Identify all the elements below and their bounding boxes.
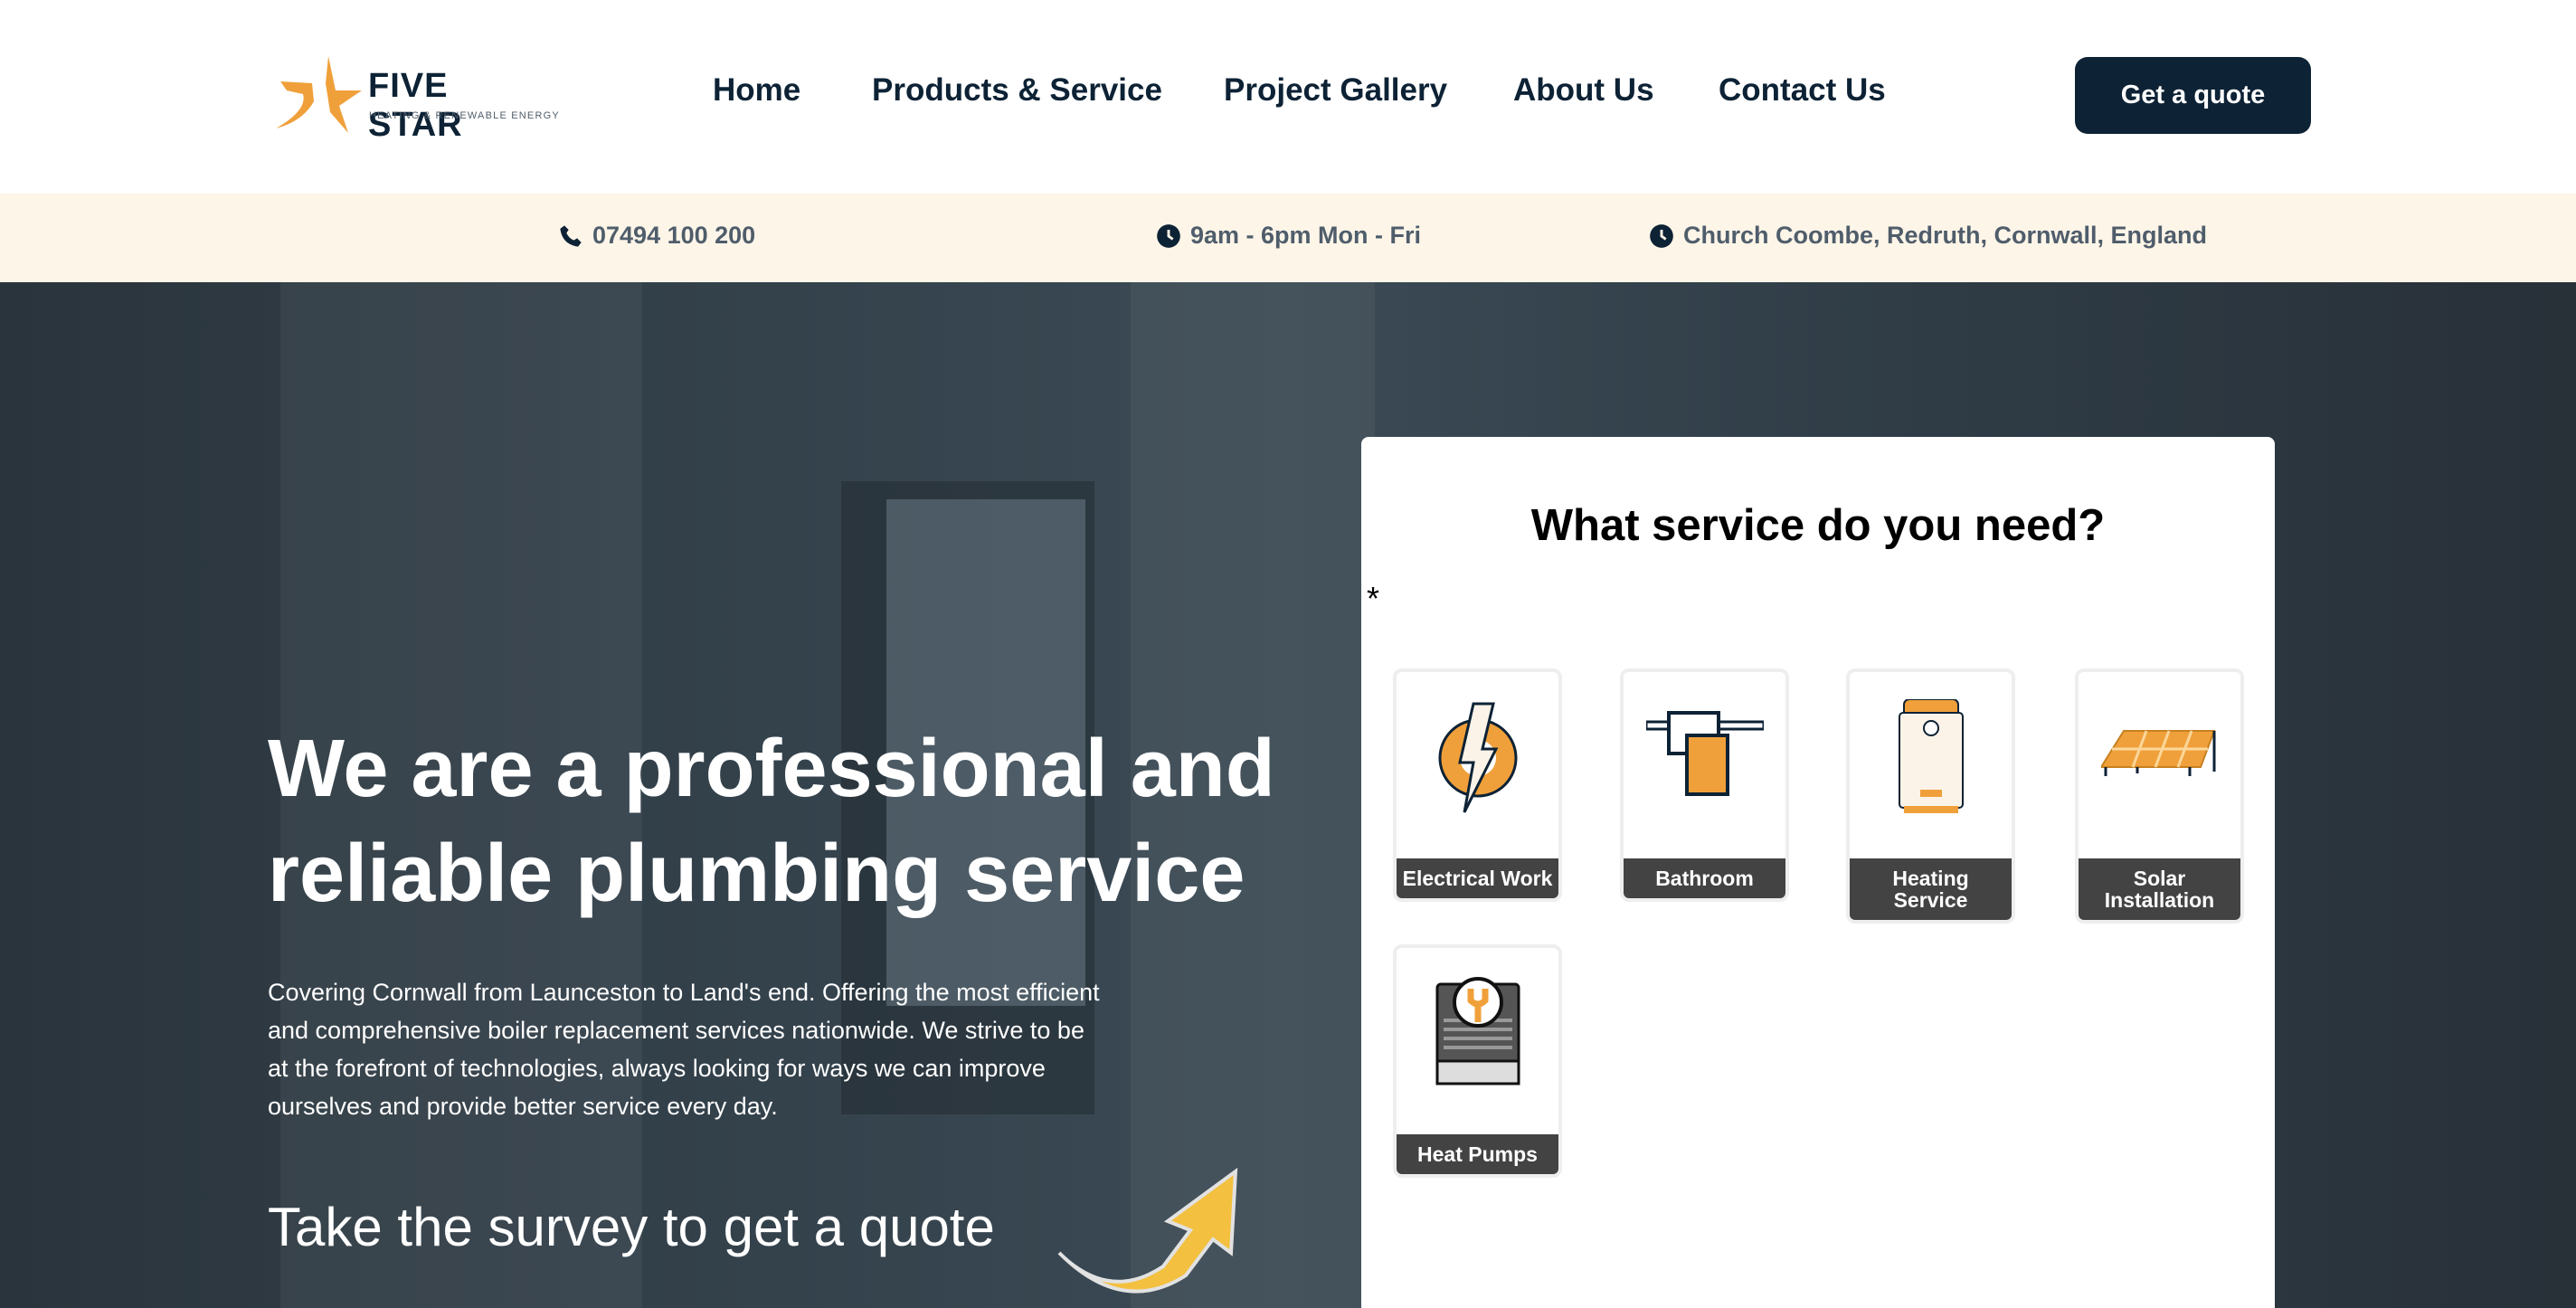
nav-home[interactable]: Home (713, 72, 800, 109)
info-bar: 07494 100 200 9am - 6pm Mon - Fri Church… (0, 194, 2576, 282)
electrical-gear-icon (1438, 702, 1517, 813)
hero-section: We are a professional and reliable plumb… (0, 282, 2576, 1308)
heat-pump-icon (1435, 977, 1520, 1085)
option-heat-pumps[interactable]: Heat Pumps (1393, 944, 1562, 1178)
form-title: What service do you need? (1530, 501, 2106, 550)
nav-about-us[interactable]: About Us (1513, 72, 1654, 109)
clock-icon (1157, 223, 1180, 248)
option-label: Heat Pumps (1397, 1134, 1558, 1174)
curved-arrow-icon (1057, 1167, 1238, 1294)
nav-contact-us[interactable]: Contact Us (1719, 72, 1886, 109)
boiler-icon (1898, 699, 1964, 813)
option-bathroom[interactable]: Bathroom (1620, 668, 1789, 902)
hero-description: Covering Cornwall from Launceston to Lan… (268, 979, 1100, 1120)
star-logo-icon (276, 56, 362, 133)
clock-icon (1650, 223, 1673, 248)
towel-rail-icon (1645, 711, 1764, 796)
hours-info: 9am - 6pm Mon - Fri (1156, 222, 1421, 250)
logo-tagline: HEATING & RENEWABLE ENERGY (369, 110, 560, 121)
get-quote-button[interactable]: Get a quote (2075, 57, 2311, 134)
site-header: FIVE STAR HEATING & RENEWABLE ENERGY Hom… (0, 0, 2576, 194)
address: Church Coombe, Redruth, Cornwall, Englan… (1683, 222, 2208, 249)
survey-prompt: Take the survey to get a quote (268, 1197, 995, 1257)
option-label: Bathroom (1624, 858, 1785, 898)
service-survey-form: What service do you need? * Electrical W… (1361, 437, 2275, 1308)
option-label: Electrical Work (1397, 858, 1558, 898)
option-heating-service[interactable]: Heating Service (1846, 668, 2015, 924)
solar-panel-icon (2100, 730, 2215, 776)
logo-name: FIVE STAR (368, 67, 463, 144)
option-label: Solar Installation (2079, 858, 2240, 920)
phone-info[interactable]: 07494 100 200 (558, 222, 755, 250)
required-mark: * (1367, 580, 1380, 617)
address-info: Church Coombe, Redruth, Cornwall, Englan… (1649, 222, 2207, 250)
opening-hours: 9am - 6pm Mon - Fri (1190, 222, 1422, 249)
phone-number: 07494 100 200 (592, 222, 756, 249)
nav-project-gallery[interactable]: Project Gallery (1224, 72, 1447, 109)
hero-headline: We are a professional and reliable plumb… (268, 724, 1275, 919)
option-label: Heating Service (1850, 858, 2012, 920)
nav-products-service[interactable]: Products & Service (872, 72, 1162, 109)
phone-icon (560, 224, 582, 247)
option-electrical-work[interactable]: Electrical Work (1393, 668, 1562, 902)
option-solar-installation[interactable]: Solar Installation (2075, 668, 2244, 924)
logo[interactable]: FIVE STAR HEATING & RENEWABLE ENERGY (276, 56, 559, 144)
